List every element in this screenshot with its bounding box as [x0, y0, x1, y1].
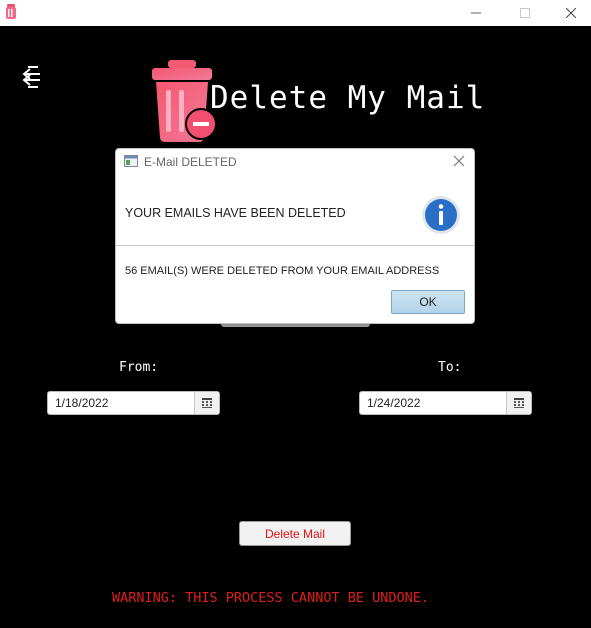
delete-mail-button[interactable]: Delete Mail: [239, 521, 351, 546]
dialog-titlebar: E-Mail DELETED: [116, 149, 474, 176]
menu-collapse-icon[interactable]: [22, 64, 44, 90]
window-titlebar: [0, 0, 591, 26]
info-icon: [422, 196, 460, 234]
from-date-input[interactable]: 1/18/2022: [48, 392, 194, 414]
minimize-button[interactable]: [453, 0, 499, 26]
warning-text: WARNING: THIS PROCESS CANNOT BE UNDONE.: [112, 590, 429, 606]
dialog-heading: YOUR EMAILS HAVE BEEN DELETED: [125, 206, 346, 220]
trash-remove-icon: [152, 60, 216, 142]
to-date-input[interactable]: 1/24/2022: [360, 392, 506, 414]
dialog-title: E-Mail DELETED: [144, 155, 237, 169]
maximize-button[interactable]: [502, 0, 548, 26]
to-label: To:: [438, 360, 462, 375]
from-label: From:: [119, 360, 159, 375]
close-icon: [566, 8, 576, 18]
app-title: Delete My Mail: [210, 80, 486, 116]
calendar-icon: [514, 398, 524, 408]
close-icon[interactable]: [452, 154, 466, 168]
minimize-icon: [471, 12, 481, 14]
close-button[interactable]: [548, 0, 591, 26]
ok-button[interactable]: OK: [391, 290, 465, 314]
maximize-icon: [520, 8, 530, 18]
from-date-picker[interactable]: 1/18/2022: [47, 391, 220, 415]
email-deleted-dialog: E-Mail DELETED YOUR EMAILS HAVE BEEN DEL…: [115, 148, 475, 324]
calendar-icon: [202, 398, 212, 408]
dialog-header: YOUR EMAILS HAVE BEEN DELETED: [116, 176, 474, 246]
from-calendar-button[interactable]: [194, 392, 219, 414]
trash-icon: [6, 4, 16, 19]
window-icon: [124, 155, 138, 167]
to-calendar-button[interactable]: [506, 392, 531, 414]
main-panel: Delete My Mail From: To: 1/18/2022 1/24/…: [0, 26, 591, 628]
to-date-picker[interactable]: 1/24/2022: [359, 391, 532, 415]
dialog-message: 56 EMAIL(S) WERE DELETED FROM YOUR EMAIL…: [125, 265, 440, 277]
